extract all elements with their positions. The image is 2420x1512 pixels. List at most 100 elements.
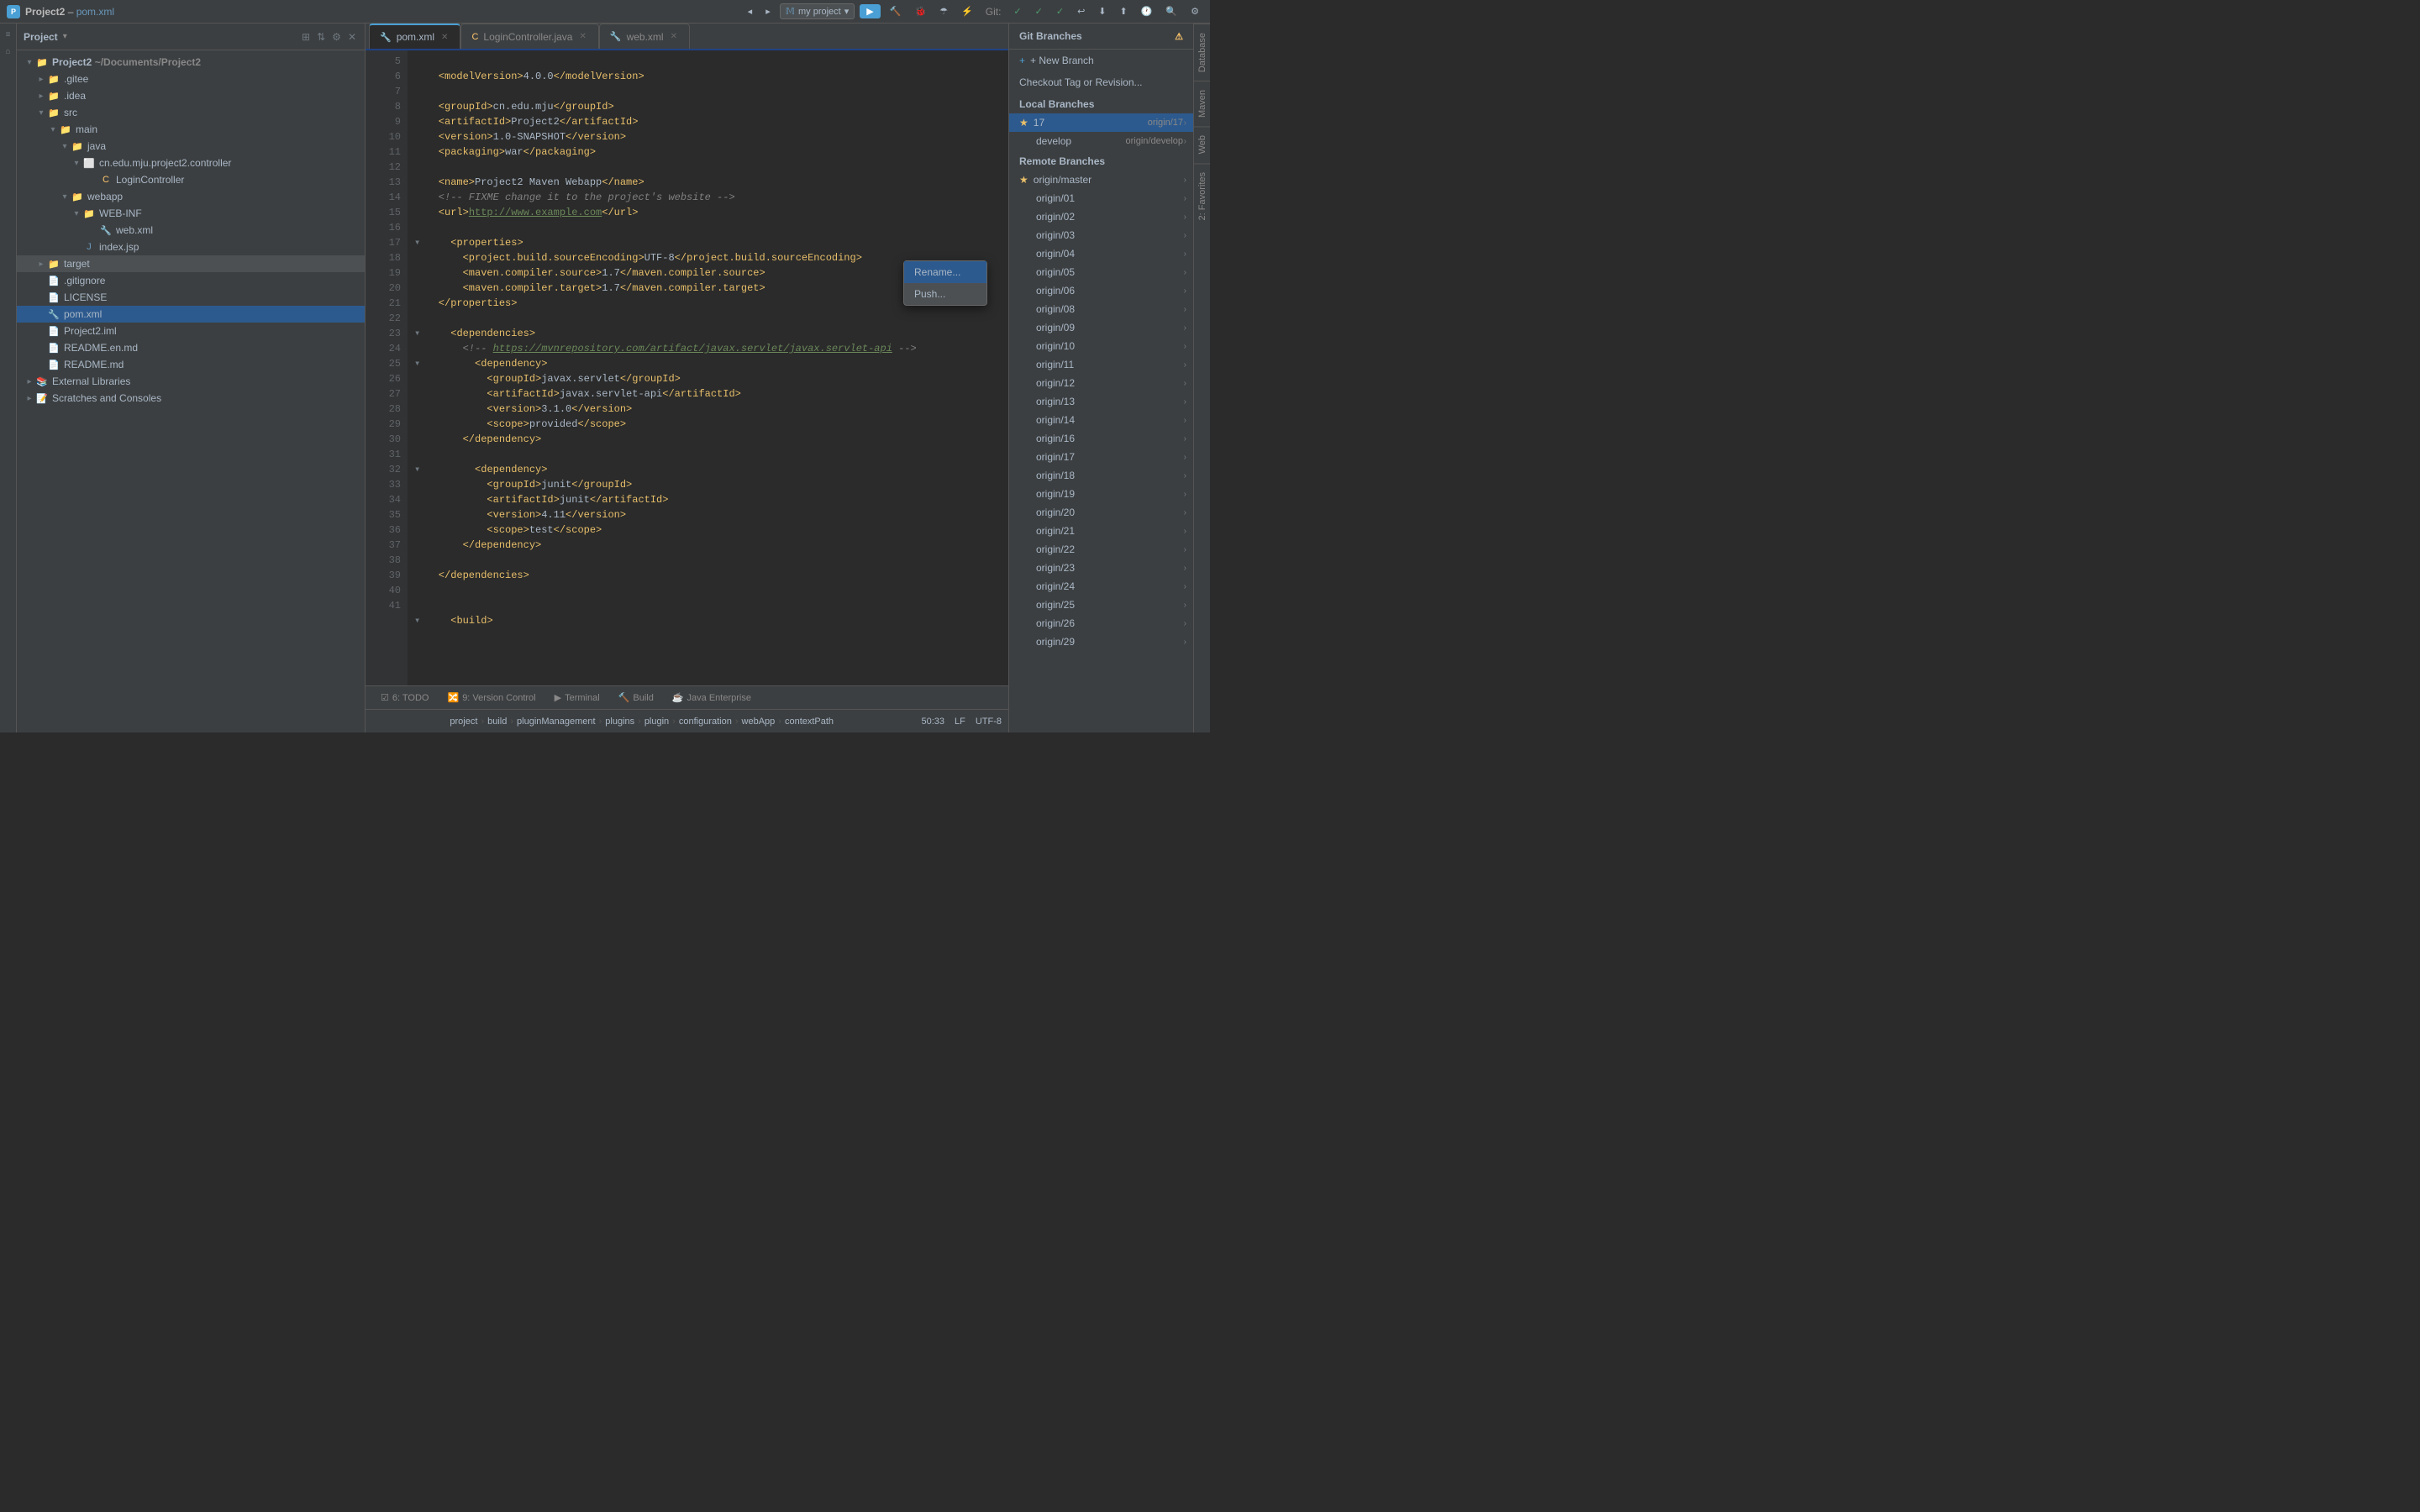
git-branch-origin-13[interactable]: origin/13 › — [1009, 392, 1193, 411]
bc-webapp[interactable]: webApp — [742, 717, 776, 727]
ctx-push[interactable]: Push... — [904, 283, 986, 305]
panel-close-btn[interactable]: ✕ — [346, 29, 358, 45]
code-editor[interactable]: <modelVersion>4.0.0</modelVersion> <grou… — [408, 50, 1008, 685]
git-branch-origin-16[interactable]: origin/16 › — [1009, 429, 1193, 448]
bc-contextpath[interactable]: contextPath — [785, 717, 834, 727]
panel-settings-btn[interactable]: ⚙ — [330, 29, 343, 45]
git-undo[interactable]: ↩ — [1073, 4, 1089, 18]
git-branch-origin-29[interactable]: origin/29 › — [1009, 633, 1193, 651]
git-branch-origin-05[interactable]: origin/05 › — [1009, 263, 1193, 281]
git-history[interactable]: 🕐 — [1137, 4, 1157, 18]
git-branch-origin-25[interactable]: origin/25 › — [1009, 596, 1193, 614]
ctx-rename[interactable]: Rename... — [904, 261, 986, 283]
git-branch-item-develop[interactable]: develop origin/develop › — [1009, 132, 1193, 150]
git-branch-origin-14[interactable]: origin/14 › — [1009, 411, 1193, 429]
tree-item-src[interactable]: ▾ 📁 src — [17, 104, 365, 121]
tree-item-license[interactable]: ▸ 📄 LICENSE — [17, 289, 365, 306]
panel-scope-btn[interactable]: ⊞ — [300, 29, 312, 45]
tree-item-logincontroller[interactable]: ▸ C LoginController — [17, 171, 365, 188]
tree-item-pomxml[interactable]: ▸ 🔧 pom.xml — [17, 306, 365, 323]
coverage-button[interactable]: ☂ — [935, 4, 952, 18]
git-branch-origin-10[interactable]: origin/10 › — [1009, 337, 1193, 355]
tree-item-idea[interactable]: ▸ 📁 .idea — [17, 87, 365, 104]
tree-item-webxml[interactable]: ▸ 🔧 web.xml — [17, 222, 365, 239]
status-lf[interactable]: LF — [955, 717, 965, 727]
git-branch-origin-18[interactable]: origin/18 › — [1009, 466, 1193, 485]
git-branch-origin-24[interactable]: origin/24 › — [1009, 577, 1193, 596]
git-check3[interactable]: ✓ — [1052, 4, 1068, 18]
panel-dropdown[interactable]: ▾ — [63, 32, 67, 41]
tree-item-webinf[interactable]: ▾ 📁 WEB-INF — [17, 205, 365, 222]
bottom-tab-build[interactable]: 🔨 Build — [610, 689, 662, 706]
build-button[interactable]: 🔨 — [886, 4, 906, 18]
search-button[interactable]: 🔍 — [1161, 4, 1181, 18]
tab-webxml[interactable]: 🔧 web.xml ✕ — [599, 24, 690, 49]
vert-tab-favorites[interactable]: 2: Favorites — [1194, 163, 1210, 228]
bc-build[interactable]: build — [487, 717, 507, 727]
tree-item-target[interactable]: ▸ 📁 target — [17, 255, 365, 272]
bc-configuration[interactable]: configuration — [679, 717, 732, 727]
settings-button[interactable]: ⚙ — [1186, 4, 1203, 18]
tab-logincontroller[interactable]: C LoginController.java ✕ — [460, 24, 598, 49]
tab-pomxml[interactable]: 🔧 pom.xml ✕ — [369, 24, 460, 49]
profile-button[interactable]: ⚡ — [957, 4, 977, 18]
vert-tab-web[interactable]: Web — [1194, 126, 1210, 162]
tree-item-webapp[interactable]: ▾ 📁 webapp — [17, 188, 365, 205]
git-branch-origin-04[interactable]: origin/04 › — [1009, 244, 1193, 263]
git-branch-origin-23[interactable]: origin/23 › — [1009, 559, 1193, 577]
git-branch-origin-01[interactable]: origin/01 › — [1009, 189, 1193, 207]
bottom-tab-terminal[interactable]: ▶ Terminal — [546, 689, 608, 706]
tree-item-readme-en[interactable]: ▸ 📄 README.en.md — [17, 339, 365, 356]
git-branch-origin-20[interactable]: origin/20 › — [1009, 503, 1193, 522]
git-fetch[interactable]: ⬇ — [1094, 4, 1110, 18]
debug-button[interactable]: 🐞 — [910, 4, 930, 18]
vert-tab-database[interactable]: Database — [1194, 24, 1210, 81]
bottom-tab-todo[interactable]: ☑ 6: TODO — [372, 689, 437, 706]
git-branch-origin-12[interactable]: origin/12 › — [1009, 374, 1193, 392]
git-branch-origin-17[interactable]: origin/17 › — [1009, 448, 1193, 466]
bc-plugins[interactable]: plugins — [605, 717, 634, 727]
tree-item-package[interactable]: ▾ ⬜ cn.edu.mju.project2.controller — [17, 155, 365, 171]
tab-webxml-close[interactable]: ✕ — [669, 30, 679, 43]
tree-item-scratches[interactable]: ▸ 📝 Scratches and Consoles — [17, 390, 365, 407]
git-push[interactable]: ⬆ — [1116, 4, 1132, 18]
git-branch-origin-26[interactable]: origin/26 › — [1009, 614, 1193, 633]
git-branch-item-17[interactable]: ★ 17 origin/17 › — [1009, 113, 1193, 132]
git-branch-origin-06[interactable]: origin/06 › — [1009, 281, 1193, 300]
structure-icon[interactable]: ≡ — [1, 27, 16, 42]
tab-pomxml-close[interactable]: ✕ — [439, 31, 450, 44]
git-branch-origin-21[interactable]: origin/21 › — [1009, 522, 1193, 540]
git-branch-origin-03[interactable]: origin/03 › — [1009, 226, 1193, 244]
bc-project[interactable]: project — [450, 717, 477, 727]
tree-item-extlibs[interactable]: ▸ 📚 External Libraries — [17, 373, 365, 390]
tree-item-project[interactable]: ▾ 📁 Project2 ~/Documents/Project2 — [17, 54, 365, 71]
git-branch-origin-08[interactable]: origin/08 › — [1009, 300, 1193, 318]
bottom-tab-java-enterprise[interactable]: ☕ Java Enterprise — [664, 689, 760, 706]
git-check1[interactable]: ✓ — [1009, 4, 1025, 18]
project-selector[interactable]: 𝕄 my project ▾ — [780, 3, 855, 19]
panel-sort-btn[interactable]: ⇅ — [315, 29, 327, 45]
git-branch-origin-02[interactable]: origin/02 › — [1009, 207, 1193, 226]
tree-item-iml[interactable]: ▸ 📄 Project2.iml — [17, 323, 365, 339]
hierarchy-icon[interactable]: ⌂ — [1, 44, 16, 59]
git-new-branch-btn[interactable]: + + New Branch — [1009, 50, 1193, 71]
tree-item-java[interactable]: ▾ 📁 java — [17, 138, 365, 155]
bc-pluginmanagement[interactable]: pluginManagement — [517, 717, 596, 727]
tree-item-gitee[interactable]: ▸ 📁 .gitee — [17, 71, 365, 87]
status-encoding[interactable]: UTF-8 — [976, 717, 1002, 727]
git-branch-origin-19[interactable]: origin/19 › — [1009, 485, 1193, 503]
bc-plugin[interactable]: plugin — [644, 717, 669, 727]
git-branch-origin-22[interactable]: origin/22 › — [1009, 540, 1193, 559]
git-branch-origin-09[interactable]: origin/09 › — [1009, 318, 1193, 337]
git-checkout-tag-btn[interactable]: Checkout Tag or Revision... — [1009, 71, 1193, 93]
tree-item-readme[interactable]: ▸ 📄 README.md — [17, 356, 365, 373]
status-position[interactable]: 50:33 — [921, 717, 944, 727]
forward-button[interactable]: ▸ — [761, 4, 775, 18]
run-button[interactable]: ▶ — [860, 4, 880, 18]
vert-tab-maven[interactable]: Maven — [1194, 81, 1210, 126]
git-branch-origin-11[interactable]: origin/11 › — [1009, 355, 1193, 374]
git-check2[interactable]: ✓ — [1031, 4, 1047, 18]
tab-logincontroller-close[interactable]: ✕ — [577, 30, 587, 43]
tree-item-gitignore[interactable]: ▸ 📄 .gitignore — [17, 272, 365, 289]
tree-item-indexjsp[interactable]: ▸ J index.jsp — [17, 239, 365, 255]
